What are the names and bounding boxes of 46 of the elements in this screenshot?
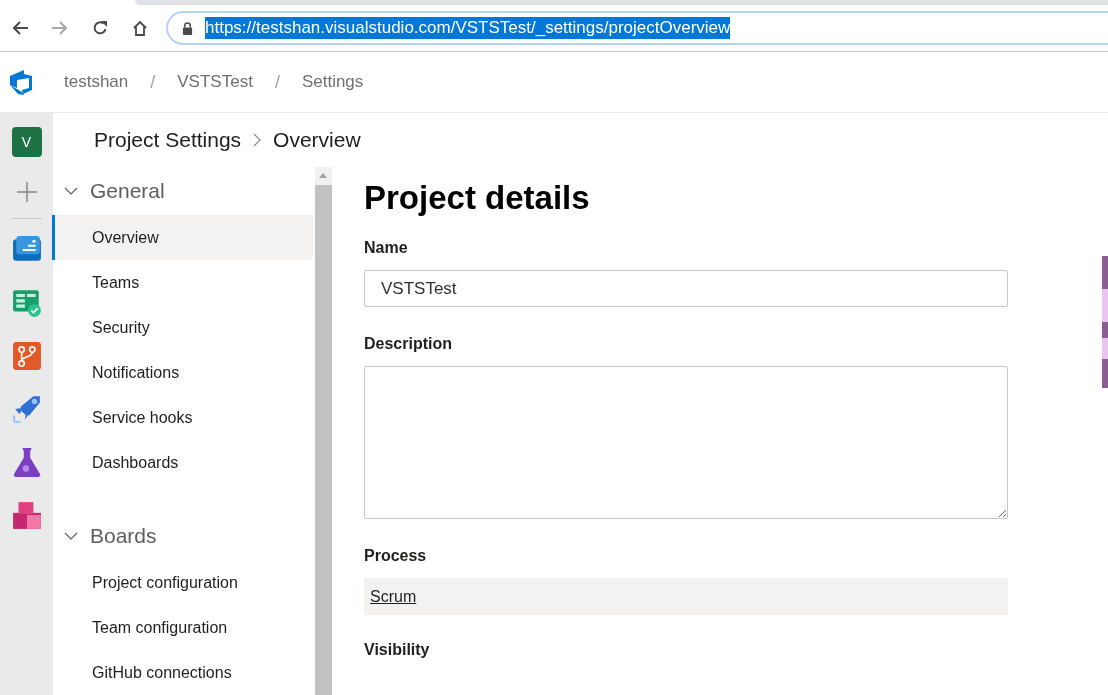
nav-item[interactable]: Notifications	[52, 350, 313, 395]
nav-item[interactable]: Dashboards	[52, 440, 313, 485]
back-arrow-icon[interactable]	[12, 20, 28, 36]
breadcrumb-link[interactable]: Settings	[301, 72, 364, 92]
field-label: Name	[364, 239, 409, 257]
task-board-icon[interactable]	[11, 288, 42, 318]
branch-icon[interactable]	[11, 341, 42, 371]
nav-group-title: Boards	[90, 524, 157, 548]
nav-group-title: General	[90, 179, 165, 203]
breadcrumb-link[interactable]: Project Settings	[94, 128, 242, 152]
field-label: Description	[364, 335, 453, 353]
rocket-icon[interactable]	[11, 394, 42, 424]
home-icon[interactable]	[132, 20, 148, 36]
url-text: https://testshan.visualstudio.com/VSTSTest/_settings/projectOverview	[205, 17, 731, 39]
field-label: Process	[364, 547, 428, 565]
package-icon[interactable]	[11, 500, 42, 530]
name-field[interactable]: VSTSTest	[364, 270, 1008, 307]
breadcrumb-separator: /	[150, 71, 156, 93]
nav-item[interactable]: Teams	[52, 260, 313, 305]
page-title: Overview	[273, 128, 361, 152]
description-field[interactable]	[364, 366, 1008, 519]
chevron-right-icon	[253, 133, 262, 147]
field-label: Visibility	[364, 641, 431, 659]
project-avatar[interactable]: V	[11, 127, 42, 157]
nav-group-header[interactable]: General	[53, 167, 313, 215]
nav-item[interactable]: Team configuration	[52, 605, 313, 650]
nav-item[interactable]: Project configuration	[52, 560, 313, 605]
nav-group-header[interactable]: Boards	[53, 512, 313, 560]
process-link[interactable]: Scrum	[370, 587, 417, 606]
breadcrumb-link[interactable]: VSTSTest	[177, 72, 253, 92]
nav-item[interactable]: Overview	[52, 215, 313, 260]
nav-item[interactable]: GitHub connections	[52, 650, 313, 695]
breadcrumb-separator: /	[274, 71, 280, 93]
chevron-down-icon	[64, 532, 78, 540]
chevron-down-icon	[64, 187, 78, 195]
scrollbar[interactable]	[315, 167, 332, 695]
add-icon[interactable]	[16, 182, 37, 202]
scroll-up-arrow-icon[interactable]	[319, 173, 327, 178]
nav-item[interactable]: Security	[52, 305, 313, 350]
lock-icon	[182, 21, 193, 35]
nav-item[interactable]: Service hooks	[52, 395, 313, 440]
reload-icon[interactable]	[92, 20, 108, 36]
breadcrumb-link[interactable]: testshan	[64, 72, 129, 92]
flask-icon[interactable]	[11, 447, 42, 477]
address-bar[interactable]: https://testshan.visualstudio.com/VSTSTest/_settings/projectOverview	[166, 11, 1108, 45]
section-heading: Project details	[364, 179, 591, 217]
